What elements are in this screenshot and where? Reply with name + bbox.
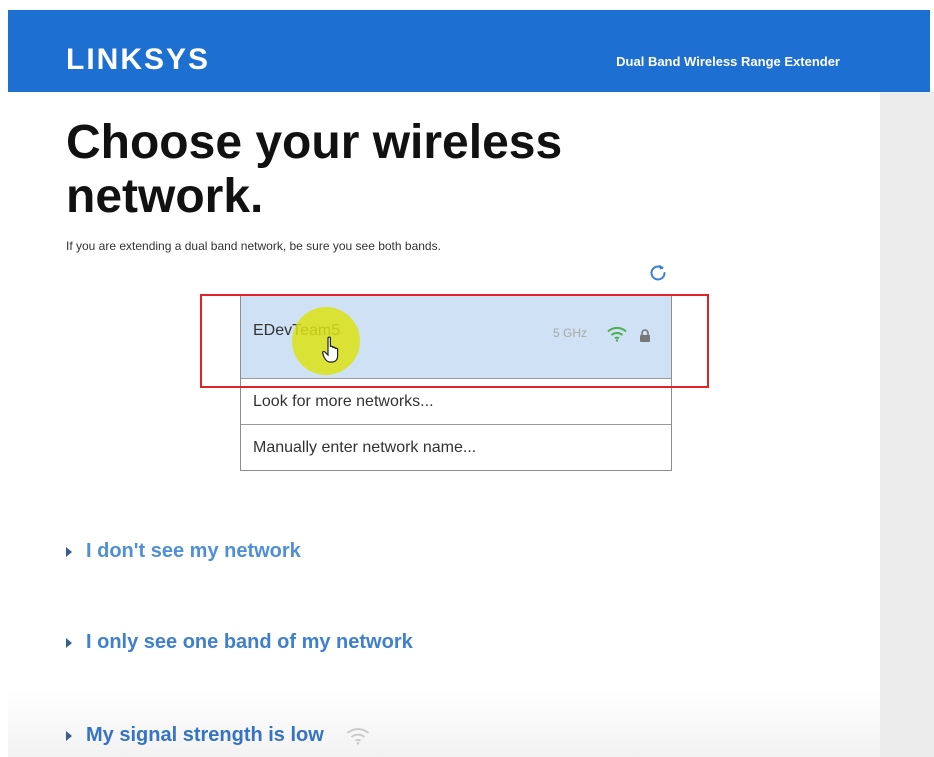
help-link-label: I only see one band of my network xyxy=(86,631,413,653)
page-title: Choose your wireless network. xyxy=(66,116,563,223)
expand-arrow-icon xyxy=(66,637,72,648)
header-bar: LINKSYS Dual Band Wireless Range Extende… xyxy=(8,10,930,92)
selection-annotation-box xyxy=(200,294,709,388)
help-link-one-band[interactable]: I only see one band of my network xyxy=(66,631,413,654)
help-link-no-network[interactable]: I don't see my network xyxy=(66,540,301,563)
page-gutter xyxy=(880,92,934,757)
wifi-icon xyxy=(346,727,369,745)
help-link-signal-low[interactable]: My signal strength is low xyxy=(66,724,370,747)
manually-enter-network[interactable]: Manually enter network name... xyxy=(241,424,671,470)
help-link-label: My signal strength is low xyxy=(86,724,324,746)
refresh-icon[interactable] xyxy=(646,261,670,285)
linksys-logo: LINKSYS xyxy=(66,43,211,76)
help-link-label: I don't see my network xyxy=(86,540,301,562)
expand-arrow-icon xyxy=(66,730,72,741)
expand-arrow-icon xyxy=(66,546,72,557)
product-name: Dual Band Wireless Range Extender xyxy=(616,54,840,69)
page-subtitle: If you are extending a dual band network… xyxy=(66,239,441,253)
